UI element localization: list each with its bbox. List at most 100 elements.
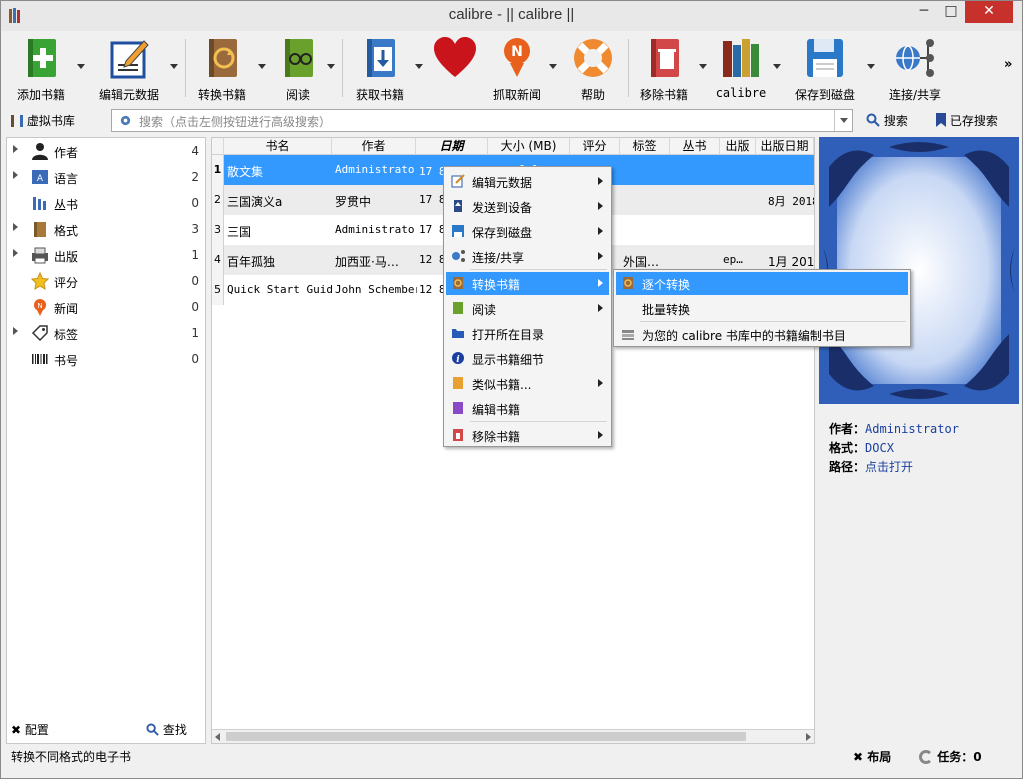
format-link[interactable]: DOCX: [865, 441, 894, 455]
convert-book-icon: [623, 277, 633, 289]
menu-item-connect-share[interactable]: 连接/共享: [446, 245, 609, 268]
add-books-dropdown[interactable]: [77, 64, 85, 69]
barcode-icon: [32, 354, 48, 364]
menu-item-save-to-disk[interactable]: 保存到磁盘: [446, 220, 609, 243]
column-header-publisher[interactable]: 出版: [720, 138, 756, 155]
menu-item-create-catalog[interactable]: 为您的 calibre 书库中的书籍编制书目: [616, 323, 908, 346]
tag-category-languages[interactable]: A 语言 2: [7, 166, 205, 188]
convert-book-icon: [453, 277, 463, 289]
menu-item-show-details[interactable]: i 显示书籍细节: [446, 347, 609, 370]
view-button[interactable]: 阅读: [273, 33, 323, 103]
floppy-disk-icon: [807, 39, 843, 77]
horizontal-scrollbar[interactable]: [212, 729, 814, 743]
search-button[interactable]: 搜索: [866, 112, 908, 129]
convert-book-icon: [209, 39, 237, 77]
gear-icon[interactable]: [119, 114, 132, 127]
send-device-icon: [454, 200, 462, 212]
save-to-disk-dropdown[interactable]: [867, 64, 875, 69]
toolbar-overflow-button[interactable]: »: [1004, 57, 1012, 72]
menu-item-bulk-convert[interactable]: 批量转换: [616, 297, 908, 320]
book-details: 作者：Administrator 格式：DOCX 路径：点击打开: [829, 422, 959, 474]
menu-item-edit-book[interactable]: 编辑书籍: [446, 397, 609, 420]
expand-arrow-icon[interactable]: [13, 171, 18, 179]
tag-category-series[interactable]: 丛书 0: [7, 192, 205, 214]
search-input[interactable]: 搜索（点击左侧按钮进行高级搜索）: [111, 109, 853, 132]
menu-item-remove-books[interactable]: 移除书籍: [446, 424, 609, 447]
tag-category-ratings[interactable]: 评分 0: [7, 270, 205, 292]
language-icon: A: [32, 170, 48, 184]
edit-metadata-button[interactable]: 编辑元数据: [95, 33, 163, 103]
search-history-dropdown[interactable]: [834, 110, 852, 131]
column-header-title[interactable]: 书名: [224, 138, 332, 155]
menu-item-send-to-device[interactable]: 发送到设备: [446, 195, 609, 218]
edit-metadata-dropdown[interactable]: [170, 64, 178, 69]
column-header-size[interactable]: 大小 (MB): [488, 138, 570, 155]
tag-category-tags[interactable]: 标签 1: [7, 322, 205, 344]
menu-item-similar-books[interactable]: 类似书籍...: [446, 372, 609, 395]
toolbar-separator: [342, 39, 343, 97]
jobs-indicator[interactable]: 任务：0: [919, 748, 982, 765]
configure-button[interactable]: ✖ 配置: [11, 721, 49, 738]
open-path-link[interactable]: 点击打开: [865, 460, 913, 474]
svg-text:i: i: [456, 355, 460, 365]
menu-item-convert-individually[interactable]: 逐个转换: [616, 272, 908, 295]
view-book-icon: [453, 302, 463, 314]
author-link[interactable]: Administrator: [865, 422, 959, 436]
view-book-icon: [285, 39, 313, 77]
calibre-library-button[interactable]: calibre: [713, 33, 769, 103]
tag-category-identifiers[interactable]: 书号 0: [7, 348, 205, 370]
menu-item-convert-books[interactable]: 转换书籍: [446, 272, 609, 295]
book-details-panel: 作者：Administrator 格式：DOCX 路径：点击打开: [819, 137, 1019, 744]
menu-item-view[interactable]: 阅读: [446, 297, 609, 320]
scroll-left-arrow[interactable]: [215, 733, 220, 741]
convert-books-dropdown[interactable]: [258, 64, 266, 69]
scroll-thumb[interactable]: [226, 732, 746, 741]
tag-category-news[interactable]: N 新闻 0: [7, 296, 205, 318]
add-books-button[interactable]: 添加书籍: [9, 33, 73, 103]
expand-arrow-icon[interactable]: [13, 249, 18, 257]
main-toolbar: 添加书籍 编辑元数据 转换书籍 阅读 获取书籍 N 抓取新闻 帮助 移除书籍 c…: [1, 31, 1022, 105]
view-dropdown[interactable]: [327, 64, 335, 69]
expand-arrow-icon[interactable]: [13, 327, 18, 335]
minimize-button[interactable]: ─: [911, 1, 937, 23]
get-books-dropdown[interactable]: [415, 64, 423, 69]
menu-separator: [640, 321, 906, 322]
remove-books-dropdown[interactable]: [699, 64, 707, 69]
column-header-tags[interactable]: 标签: [620, 138, 670, 155]
saved-searches-button[interactable]: 已存搜索: [936, 112, 998, 129]
scroll-right-arrow[interactable]: [806, 733, 811, 741]
connect-share-button[interactable]: 连接/共享: [881, 33, 949, 103]
close-button[interactable]: ✕: [965, 1, 1013, 23]
column-header-author[interactable]: 作者: [332, 138, 416, 155]
virtual-library-button[interactable]: 虚拟书库: [11, 112, 75, 129]
expand-arrow-icon[interactable]: [13, 223, 18, 231]
column-header-pubdate[interactable]: 出版日期: [756, 138, 814, 155]
column-header-rating[interactable]: 评分: [570, 138, 620, 155]
menu-item-edit-metadata[interactable]: 编辑元数据: [446, 170, 609, 193]
menu-item-open-folder[interactable]: 打开所在目录: [446, 322, 609, 345]
convert-books-button[interactable]: 转换书籍: [191, 33, 253, 103]
column-header-date[interactable]: 日期: [416, 138, 488, 155]
layout-button[interactable]: ✖ 布局: [853, 748, 891, 765]
help-button[interactable]: 帮助: [565, 33, 621, 103]
folder-icon: [452, 329, 464, 338]
lifebuoy-icon: [574, 39, 612, 77]
tag-category-authors[interactable]: 作者 4: [7, 140, 205, 162]
convert-submenu: 逐个转换 批量转换 为您的 calibre 书库中的书籍编制书目: [613, 269, 911, 347]
find-button[interactable]: 查找: [146, 721, 187, 738]
calibre-library-dropdown[interactable]: [773, 64, 781, 69]
info-icon: i: [452, 352, 464, 365]
maximize-button[interactable]: □: [938, 1, 964, 23]
virtual-library-icon: [11, 115, 23, 127]
remove-books-button[interactable]: 移除书籍: [633, 33, 695, 103]
catalog-icon: [622, 330, 634, 340]
fetch-news-button[interactable]: N 抓取新闻: [489, 33, 545, 103]
tag-category-formats[interactable]: 格式 3: [7, 218, 205, 240]
fetch-news-dropdown[interactable]: [549, 64, 557, 69]
tag-category-publishers[interactable]: 出版 1: [7, 244, 205, 266]
column-header-series[interactable]: 丛书: [670, 138, 720, 155]
donate-heart-button[interactable]: [427, 33, 483, 103]
expand-arrow-icon[interactable]: [13, 145, 18, 153]
get-books-button[interactable]: 获取书籍: [349, 33, 411, 103]
save-to-disk-button[interactable]: 保存到磁盘: [791, 33, 859, 103]
